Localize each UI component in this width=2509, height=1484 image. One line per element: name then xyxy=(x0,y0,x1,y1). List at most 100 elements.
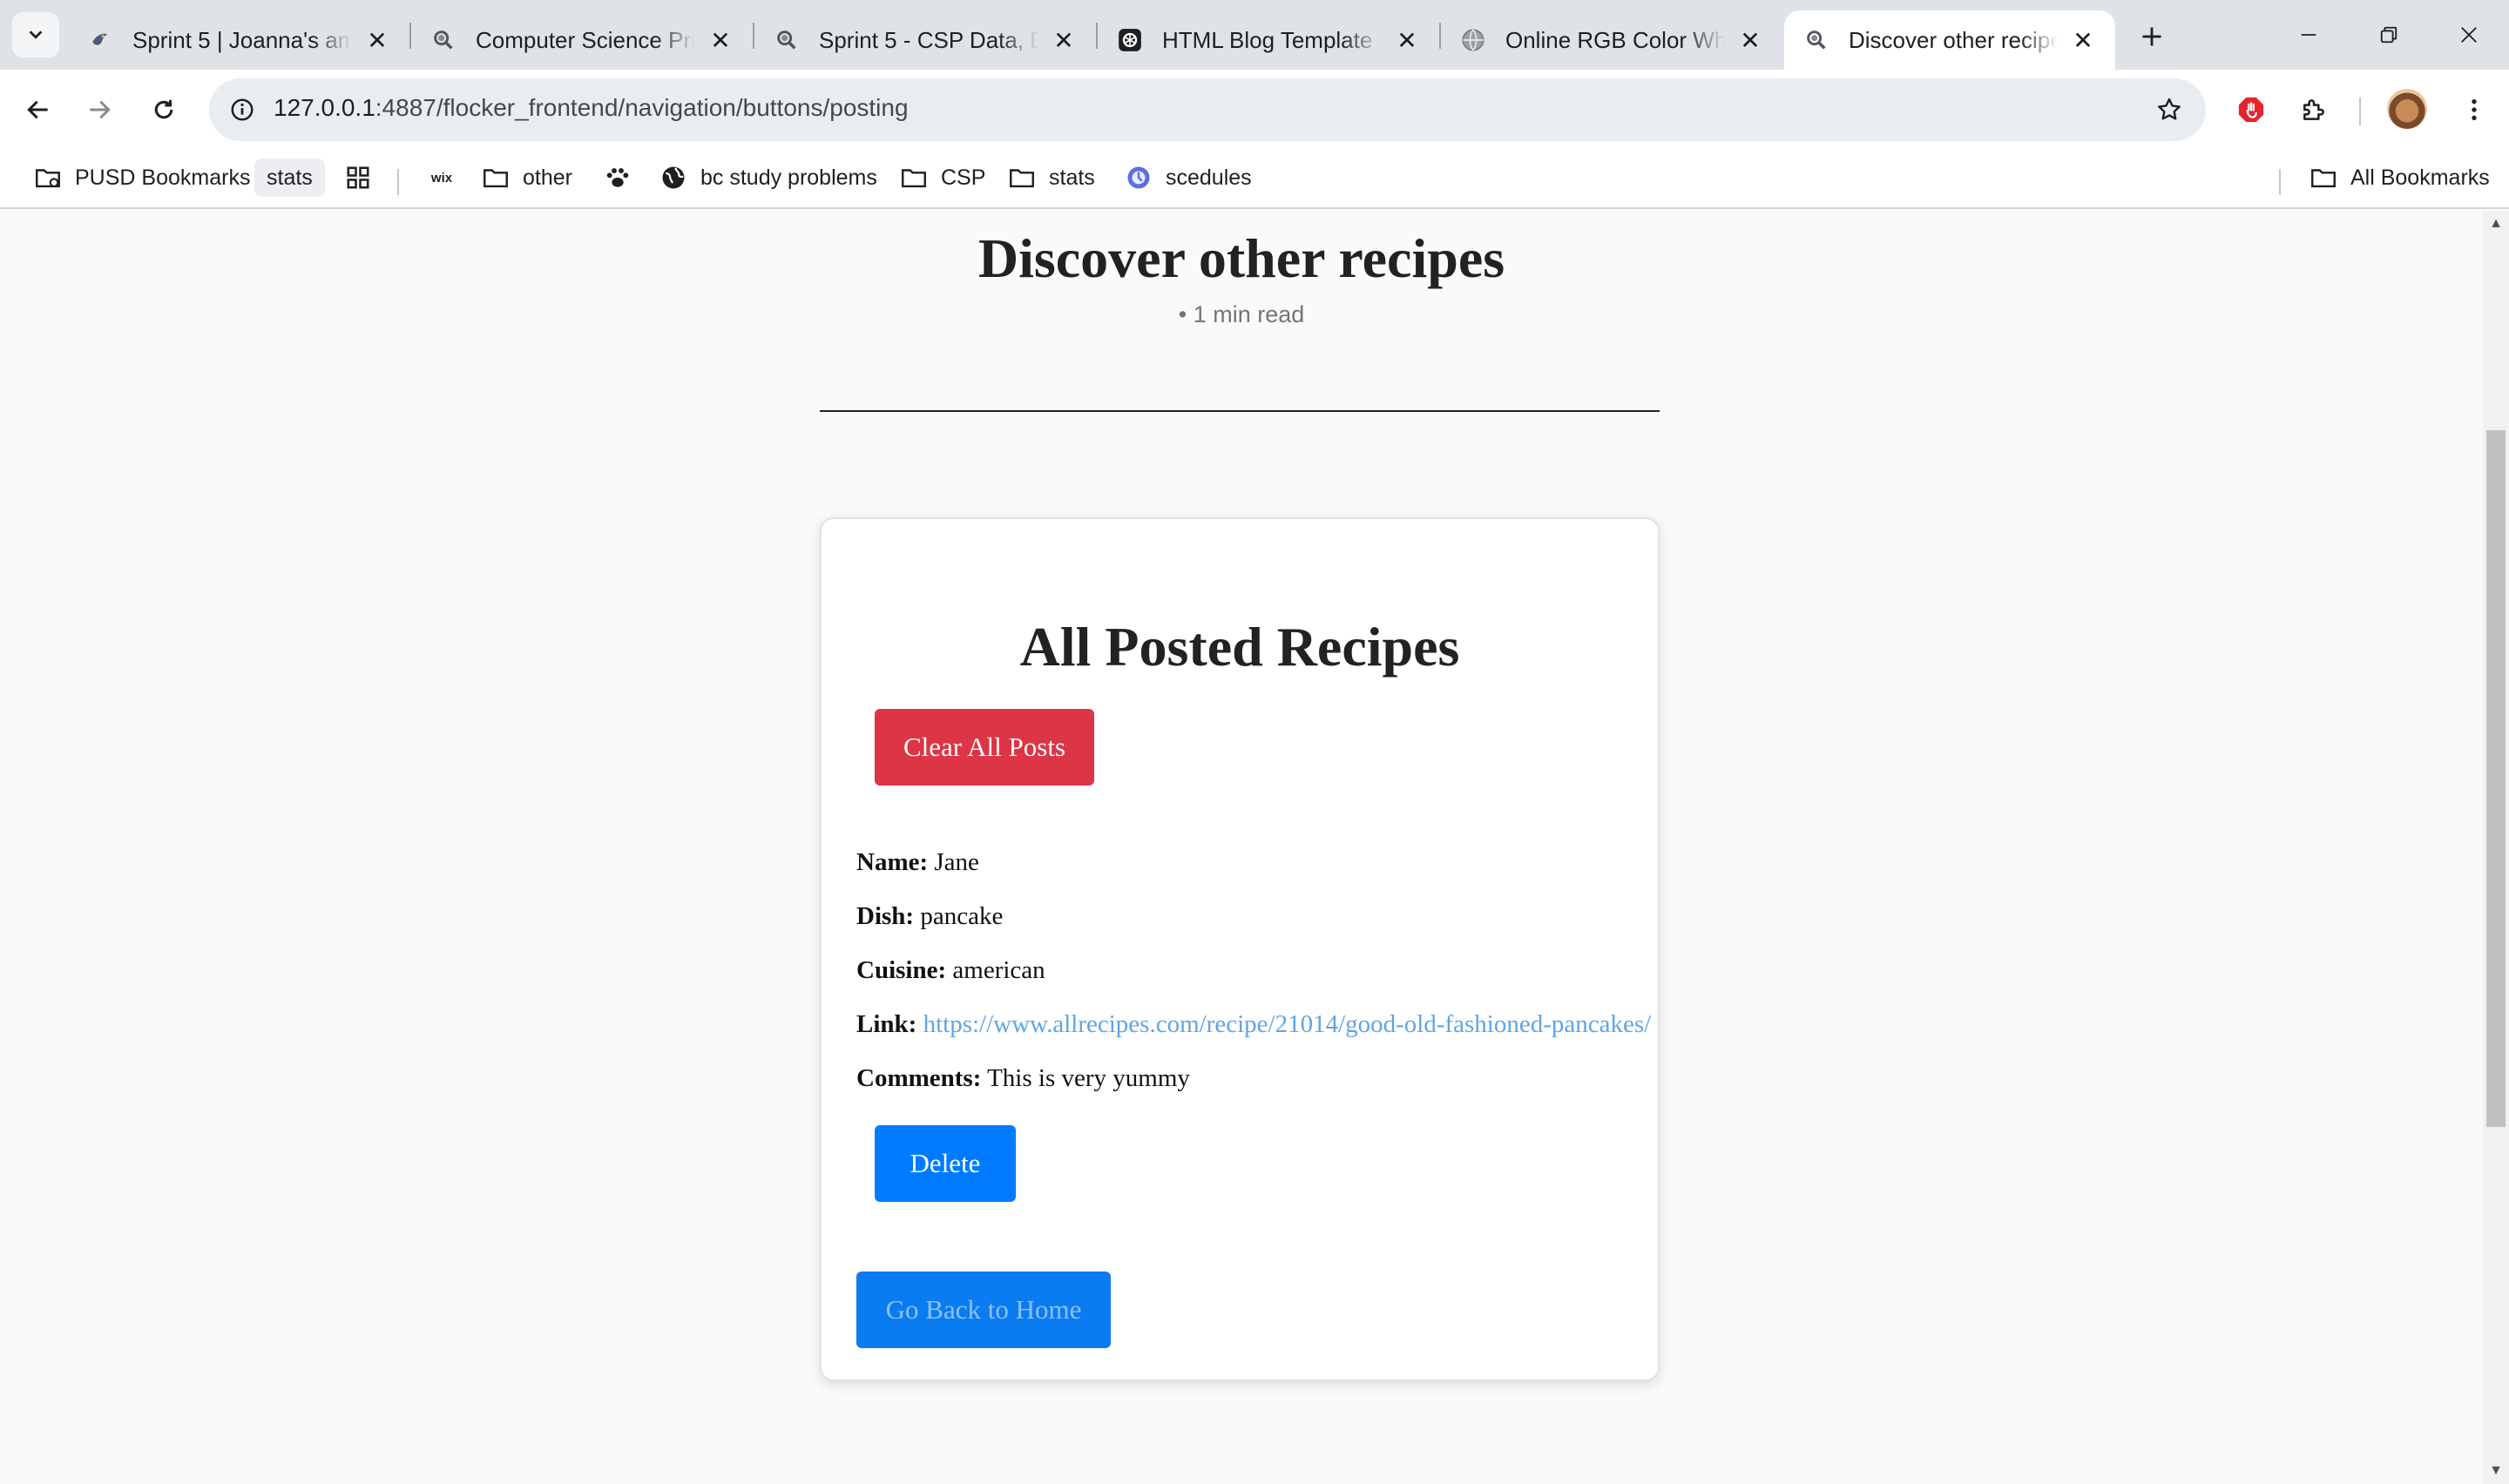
url-path: :4887/flocker_frontend/navigation/button… xyxy=(375,94,909,121)
scroll-up-arrow-icon[interactable]: ▲ xyxy=(2488,216,2504,232)
forward-button[interactable] xyxy=(78,89,120,131)
recipe-link-field: Link: https://www.allrecipes.com/recipe/… xyxy=(856,1010,1651,1039)
forward-arrow-icon xyxy=(90,100,111,119)
field-value: Jane xyxy=(934,848,979,876)
recipe-name-field: Name: Jane xyxy=(856,848,979,877)
bookmark-separator xyxy=(2279,169,2281,195)
bookmark-label: scedules xyxy=(1166,165,1252,190)
tab-discover-recipes[interactable]: Discover other recipes | ✕ xyxy=(1784,10,2115,70)
minimize-icon xyxy=(2301,34,2316,36)
restore-button[interactable] xyxy=(2349,0,2429,70)
recipe-link[interactable]: https://www.allrecipes.com/recipe/21014/… xyxy=(923,1010,1652,1038)
github-pages-favicon-icon xyxy=(430,27,456,53)
page-scrollbar[interactable]: ▲ ▼ xyxy=(2483,211,2509,1484)
recipe-comments-field: Comments: This is very yummy xyxy=(856,1064,1190,1093)
tab-rgb-color-wheel[interactable]: Online RGB Color Wheel ✕ xyxy=(1441,10,1782,70)
folder-icon xyxy=(481,163,511,192)
folder-settings-icon xyxy=(33,163,63,192)
field-value: This is very yummy xyxy=(987,1064,1190,1092)
tab-search-button[interactable] xyxy=(12,12,59,57)
delete-button[interactable]: Delete xyxy=(875,1125,1016,1202)
card-heading: All Posted Recipes xyxy=(1019,616,1460,678)
bookmark-stats-chip[interactable]: stats xyxy=(254,159,325,197)
go-back-home-button[interactable]: Go Back to Home xyxy=(856,1272,1111,1348)
close-icon[interactable]: ✕ xyxy=(364,27,390,54)
bookmark-apps[interactable] xyxy=(343,159,385,197)
bookmark-label: PUSD Bookmarks xyxy=(75,165,251,190)
browser-toolbar: 127.0.0.1:4887/flocker_frontend/navigati… xyxy=(0,70,2509,150)
wix-icon: wix xyxy=(430,170,453,186)
paw-icon xyxy=(603,163,632,192)
bird-favicon-icon xyxy=(87,27,113,53)
tab-title: HTML Blog Template xyxy=(1162,26,1373,53)
url-host: 127.0.0.1 xyxy=(274,94,375,121)
all-bookmarks[interactable]: All Bookmarks xyxy=(2309,159,2490,197)
clear-all-posts-button[interactable]: Clear All Posts xyxy=(875,709,1094,786)
folder-icon xyxy=(1007,163,1037,192)
field-value: pancake xyxy=(920,902,1004,930)
bookmark-stats-folder[interactable]: stats xyxy=(1007,159,1095,197)
url-text[interactable]: 127.0.0.1:4887/flocker_frontend/navigati… xyxy=(274,94,909,122)
close-window-button[interactable] xyxy=(2429,0,2509,70)
bookmark-other[interactable]: other xyxy=(481,159,572,197)
menu-kebab-icon[interactable] xyxy=(2453,89,2495,131)
field-label: Link: xyxy=(856,1010,917,1038)
tab-computer-science[interactable]: Computer Science Principles ✕ xyxy=(411,10,753,70)
field-value: american xyxy=(952,956,1045,984)
tab-title: Discover other recipes | xyxy=(1849,26,2058,53)
restore-icon xyxy=(2380,26,2397,44)
minimize-button[interactable] xyxy=(2269,0,2349,70)
page-content: Discover other recipes • 1 min read All … xyxy=(0,211,2483,1484)
bookmark-label: bc study problems xyxy=(700,165,877,190)
scroll-down-arrow-icon[interactable]: ▼ xyxy=(2488,1463,2504,1479)
bookmark-star-icon[interactable] xyxy=(2148,89,2190,131)
close-icon[interactable]: ✕ xyxy=(707,27,734,54)
bookmark-pusd[interactable]: PUSD Bookmarks xyxy=(33,159,250,197)
globe-favicon-icon xyxy=(1460,27,1486,53)
scrollbar-thumb[interactable] xyxy=(2486,430,2506,1127)
field-label: Name: xyxy=(856,848,929,876)
tab-html-blog-template[interactable]: HTML Blog Template ✕ xyxy=(1098,10,1439,70)
bookmark-label: stats xyxy=(1049,165,1095,190)
bookmark-scedules[interactable]: scedules xyxy=(1124,159,1252,197)
bookmark-paw[interactable] xyxy=(603,159,645,197)
page-title: Discover other recipes xyxy=(977,227,1505,289)
bookmark-csp[interactable]: CSP xyxy=(899,159,985,197)
tab-sprint5-joanna[interactable]: Sprint 5 | Joanna's amazing ✕ xyxy=(68,10,409,70)
adblock-extension-icon[interactable] xyxy=(2230,89,2272,131)
close-icon[interactable]: ✕ xyxy=(1737,27,1763,54)
back-button[interactable] xyxy=(17,89,59,131)
profile-avatar[interactable] xyxy=(2387,89,2427,129)
field-label: Cuisine: xyxy=(856,956,947,984)
close-icon[interactable]: ✕ xyxy=(1394,27,1420,54)
divider xyxy=(820,410,1660,412)
apps-grid-icon xyxy=(343,163,373,192)
tab-title: Sprint 5 | Joanna's amazing xyxy=(132,26,352,53)
tab-title: Sprint 5 - CSP Data, Delete xyxy=(819,26,1038,53)
tab-sprint5-csp[interactable]: Sprint 5 - CSP Data, Delete ✕ xyxy=(754,10,1096,70)
folder-icon xyxy=(2309,163,2338,192)
bookmark-label: other xyxy=(523,165,572,190)
bookmark-wix[interactable]: wix xyxy=(427,159,469,197)
extensions-puzzle-icon[interactable] xyxy=(2293,89,2335,131)
bookmark-bc-study[interactable]: bc study problems xyxy=(659,159,877,197)
recipe-dish-field: Dish: pancake xyxy=(856,902,1003,931)
toolbar-separator xyxy=(2359,98,2361,125)
plus-icon xyxy=(2142,27,2161,46)
close-icon[interactable]: ✕ xyxy=(1051,27,1077,54)
address-bar[interactable]: 127.0.0.1:4887/flocker_frontend/navigati… xyxy=(209,78,2206,141)
tab-title: Computer Science Principles xyxy=(476,26,695,53)
read-time: • 1 min read xyxy=(1178,301,1305,327)
recipe-cuisine-field: Cuisine: american xyxy=(856,956,1045,985)
site-info-icon[interactable] xyxy=(221,89,263,131)
folder-icon xyxy=(899,163,929,192)
close-icon xyxy=(2461,27,2477,43)
reload-button[interactable] xyxy=(143,89,185,131)
close-icon[interactable]: ✕ xyxy=(2070,27,2096,54)
tab-title: Online RGB Color Wheel xyxy=(1505,26,1725,53)
reload-icon xyxy=(154,99,173,119)
field-label: Comments: xyxy=(856,1064,982,1092)
tab-strip: Sprint 5 | Joanna's amazing ✕ Computer S… xyxy=(0,0,2509,70)
new-tab-button[interactable] xyxy=(2131,16,2173,57)
recipes-card: All Posted Recipes Clear All Posts Name:… xyxy=(820,517,1660,1381)
